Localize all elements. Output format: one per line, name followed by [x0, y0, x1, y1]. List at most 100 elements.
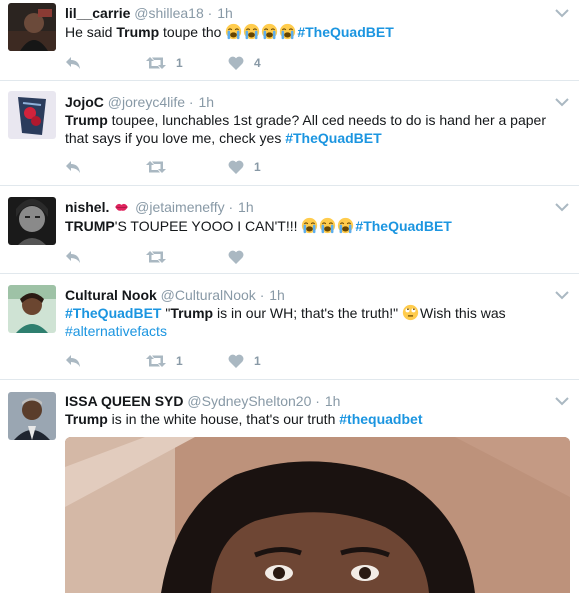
chevron-down-icon[interactable] — [555, 202, 569, 212]
timestamp[interactable]: 1h — [325, 393, 341, 409]
tweet: Cultural Nook @CulturalNook · 1h #TheQua… — [0, 275, 579, 380]
separator: · — [188, 94, 194, 110]
like-button[interactable] — [228, 247, 244, 267]
hashtag-link[interactable]: #thequadbet — [339, 411, 422, 427]
hashtag-link[interactable]: #TheQuadBET — [297, 24, 393, 40]
separator: · — [259, 287, 265, 303]
loudly-crying-face-emoji — [280, 23, 296, 40]
display-name[interactable]: nishel. — [65, 199, 109, 215]
reply-icon — [66, 251, 80, 263]
tweet-actions: 1 4 — [65, 53, 365, 73]
retweet-icon — [146, 355, 166, 367]
tweet: lil__carrie @shillea18 · 1h He said Trum… — [0, 0, 579, 81]
avatar[interactable] — [8, 197, 56, 245]
loudly-crying-face-emoji — [262, 23, 278, 40]
avatar[interactable] — [8, 285, 56, 333]
username[interactable]: @shillea18 — [134, 5, 203, 21]
like-count: 1 — [254, 354, 261, 368]
timestamp[interactable]: 1h — [269, 287, 285, 303]
loudly-crying-face-emoji — [244, 23, 260, 40]
username[interactable]: @SydneyShelton20 — [187, 393, 311, 409]
rolling-eyes-emoji — [402, 304, 419, 321]
display-name[interactable]: Cultural Nook — [65, 287, 157, 303]
tweet-text-part: is in the white house, that's our truth — [107, 411, 340, 427]
retweet-icon — [146, 57, 166, 69]
hashtag-link[interactable]: #alternativefacts — [65, 323, 167, 339]
chevron-down-icon[interactable] — [555, 290, 569, 300]
chevron-down-icon[interactable] — [555, 97, 569, 107]
tweet-actions: 1 — [65, 157, 365, 177]
tweet-text: Trump toupee, lunchables 1st grade? All … — [65, 111, 560, 147]
separator: · — [228, 199, 234, 215]
username[interactable]: @joreyc4life — [108, 94, 185, 110]
avatar[interactable] — [8, 392, 56, 440]
chevron-down-icon[interactable] — [555, 396, 569, 406]
reply-icon — [66, 355, 80, 367]
heart-icon — [228, 56, 244, 70]
like-button[interactable]: 1 — [228, 157, 261, 177]
loudly-crying-face-emoji — [320, 217, 336, 234]
retweet-count: 1 — [176, 354, 183, 368]
hashtag-link[interactable]: #TheQuadBET — [65, 305, 161, 321]
display-name[interactable]: ISSA QUEEN SYD — [65, 393, 184, 409]
reply-icon — [66, 57, 80, 69]
tweet-actions — [65, 247, 365, 267]
tweet-text-part: He said — [65, 24, 117, 40]
timestamp[interactable]: 1h — [238, 199, 254, 215]
retweet-icon — [146, 251, 166, 263]
tweet: JojoC @joreyc4life · 1h Trump toupee, lu… — [0, 82, 579, 186]
timestamp[interactable]: 1h — [198, 94, 214, 110]
tweet-text: #TheQuadBET "Trump is in our WH; that's … — [65, 304, 560, 340]
reply-button[interactable] — [65, 247, 81, 267]
retweet-button[interactable] — [146, 157, 166, 177]
tweet-text-bold: Trump — [65, 411, 108, 427]
tweet-actions: 1 1 — [65, 351, 365, 371]
tweet-text-part: toupe tho — [159, 24, 226, 40]
tweet-text-part: " — [161, 305, 171, 321]
reply-button[interactable] — [65, 53, 81, 73]
tweet-text-bold: Trump — [170, 305, 214, 321]
display-name[interactable]: JojoC — [65, 94, 104, 110]
retweet-count: 1 — [176, 56, 183, 70]
username[interactable]: @jetaimeneffy — [135, 199, 224, 215]
tweet-text: Trump is in the white house, that's our … — [65, 410, 560, 428]
avatar[interactable] — [8, 91, 56, 139]
timestamp[interactable]: 1h — [217, 5, 233, 21]
chevron-down-icon[interactable] — [555, 8, 569, 18]
media-gif[interactable] — [65, 437, 570, 593]
tweet-text-part: Wish this was — [420, 305, 506, 321]
like-count: 4 — [254, 56, 261, 70]
like-button[interactable]: 1 — [228, 351, 261, 371]
username[interactable]: @CulturalNook — [161, 287, 256, 303]
tweet: nishel. @jetaimeneffy · 1h TRUMP'S TOUPE… — [0, 187, 579, 274]
loudly-crying-face-emoji — [302, 217, 318, 234]
like-button[interactable]: 4 — [228, 53, 261, 73]
separator: · — [315, 393, 320, 409]
reply-icon — [66, 161, 80, 173]
display-name[interactable]: lil__carrie — [65, 5, 130, 21]
loudly-crying-face-emoji — [338, 217, 354, 234]
heart-icon — [228, 160, 244, 174]
tweet-text-part: is in our WH; that's the truth!" — [213, 305, 403, 321]
crying-emoji-group — [301, 217, 355, 234]
retweet-button[interactable]: 1 — [146, 53, 183, 73]
retweet-button[interactable]: 1 — [146, 351, 183, 371]
separator: · — [207, 5, 213, 21]
tweet-text-part: 'S TOUPEE YOOO I CAN'T!!! — [114, 218, 302, 234]
tweet-text-bold: TRUMP — [65, 218, 115, 234]
retweet-button[interactable] — [146, 247, 166, 267]
tweet-text-bold: Trump — [116, 24, 160, 40]
loudly-crying-face-emoji — [226, 23, 242, 40]
heart-icon — [228, 354, 244, 368]
reply-button[interactable] — [65, 157, 81, 177]
tweet-text: TRUMP'S TOUPEE YOOO I CAN'T!!! #TheQuadB… — [65, 217, 560, 235]
tweet-text-bold: Trump — [65, 112, 108, 128]
avatar[interactable] — [8, 3, 56, 51]
kiss-lips-emoji — [115, 203, 129, 211]
crying-emoji-group — [225, 23, 297, 40]
reply-button[interactable] — [65, 351, 81, 371]
hashtag-link[interactable]: #TheQuadBET — [285, 130, 381, 146]
heart-icon — [228, 250, 244, 264]
tweet-feed: lil__carrie @shillea18 · 1h He said Trum… — [0, 0, 579, 593]
hashtag-link[interactable]: #TheQuadBET — [355, 218, 451, 234]
